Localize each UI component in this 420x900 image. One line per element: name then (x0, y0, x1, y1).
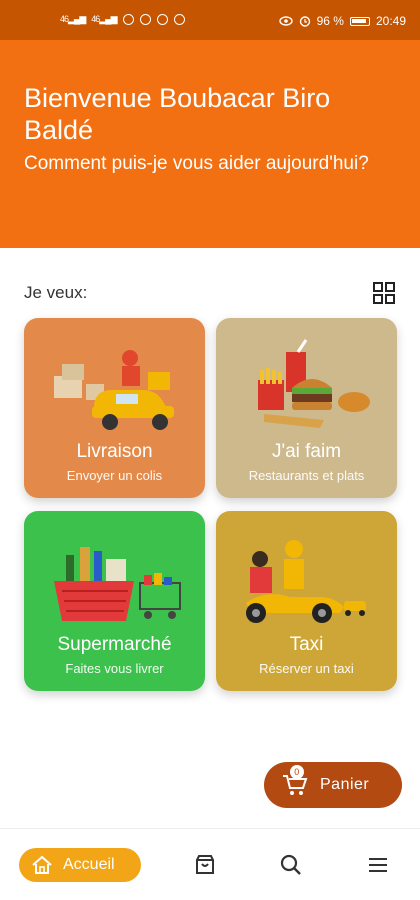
card-subtitle: Faites vous livrer (65, 661, 164, 676)
orders-icon[interactable] (193, 853, 217, 877)
cart-label: Panier (320, 776, 370, 793)
card-title: Livraison (76, 441, 153, 462)
nav-home-button[interactable]: Accueil (19, 848, 141, 882)
menu-icon[interactable] (366, 853, 390, 877)
network-type-label: 46 (60, 14, 69, 24)
battery-percent: 96 % (316, 14, 344, 28)
card-title: Taxi (289, 634, 324, 655)
home-icon (32, 855, 52, 874)
card-jai-faim[interactable]: J'ai faim Restaurants et plats (216, 318, 397, 498)
battery-icon (349, 16, 370, 26)
nav-home-label: Accueil (63, 856, 115, 873)
status-right: 96 % 20:49 (278, 14, 406, 28)
alarm-icon (299, 16, 310, 27)
clock: 20:49 (375, 14, 406, 28)
grocery-basket-illustration (54, 547, 181, 621)
cart-count-badge: 0 (290, 765, 304, 779)
welcome-title: Bienvenue Boubacar Biro Baldé (24, 83, 331, 145)
network-type-label-2: 46 (91, 14, 100, 24)
signal-icon: 46▂▄▆ (60, 14, 86, 24)
search-icon[interactable] (279, 853, 303, 877)
grid-icon[interactable] (372, 281, 396, 305)
whatsapp-icon (122, 14, 134, 25)
cart-icon-wrap: 0 (282, 765, 308, 797)
eye-icon (278, 16, 293, 26)
card-subtitle: Restaurants et plats (248, 468, 365, 483)
section-label: Je veux: (24, 283, 88, 302)
section-header: Je veux: (24, 281, 396, 307)
card-title: J'ai faim (271, 441, 342, 462)
signal-icon-2: 46▂▄▆ (91, 14, 117, 24)
moto-taxi-illustration (246, 540, 366, 623)
fast-food-illustration (258, 339, 370, 428)
card-livraison[interactable]: Livraison Envoyer un colis (24, 318, 205, 498)
bottom-nav: Accueil (0, 828, 420, 900)
delivery-scooter-illustration (54, 350, 174, 430)
card-taxi[interactable]: Taxi Réserver un taxi (216, 511, 397, 691)
facebook-icon (139, 14, 151, 25)
cart-button[interactable]: 0 Panier (264, 762, 402, 808)
card-subtitle: Réserver un taxi (259, 661, 354, 676)
card-title: Supermarché (57, 634, 172, 655)
card-subtitle: Envoyer un colis (66, 468, 163, 483)
status-bar: 46▂▄▆ 46▂▄▆ 96 % 20:49 (0, 0, 420, 40)
facebook-icon-3 (173, 14, 185, 25)
card-supermarche[interactable]: Supermarché Faites vous livrer (24, 511, 205, 691)
welcome-header: Bienvenue Boubacar Biro Baldé Comment pu… (0, 40, 420, 248)
facebook-icon-2 (156, 14, 168, 25)
status-left: 46▂▄▆ 46▂▄▆ (60, 14, 185, 25)
welcome-subtitle: Comment puis-je vous aider aujourd'hui? (24, 153, 369, 174)
